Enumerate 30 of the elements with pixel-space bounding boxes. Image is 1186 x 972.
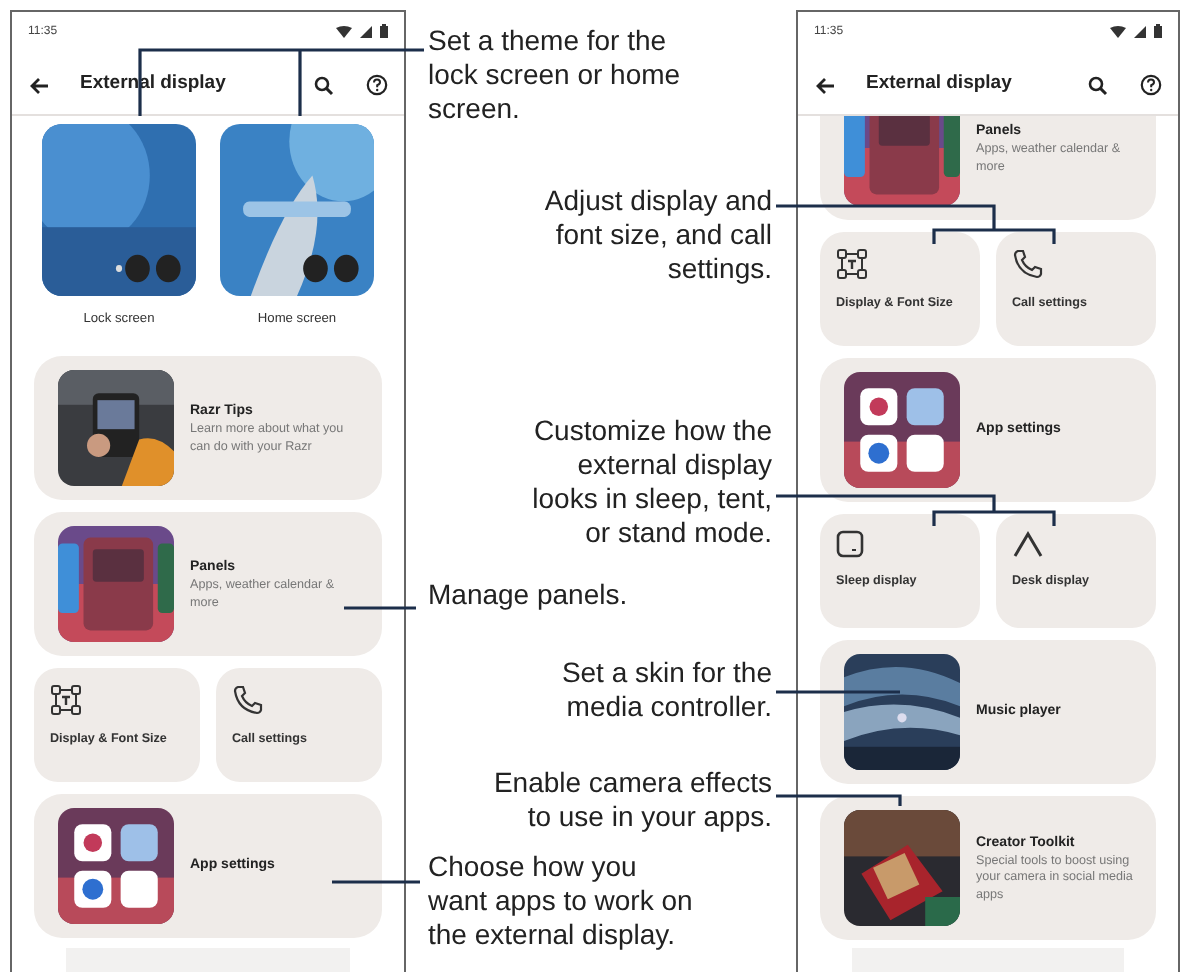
callout-text: Adjust display and font size, and call settings. (542, 184, 774, 286)
callout-text: Set a skin for the media controller. (559, 656, 774, 724)
callout-text: Choose how you want apps to work on the external display. (426, 850, 695, 952)
search-icon[interactable] (1088, 75, 1108, 96)
phone-icon (232, 684, 264, 717)
help-icon[interactable] (1140, 74, 1162, 97)
leader-line (344, 606, 416, 610)
phone-icon (1012, 248, 1044, 281)
leader-line (776, 690, 900, 694)
screen-title: External display (866, 70, 1012, 99)
resize-frame-icon (50, 684, 82, 717)
leader-line (776, 794, 902, 806)
leader-line (332, 880, 420, 884)
tent-icon (1012, 530, 1044, 559)
resize-frame-icon (836, 248, 868, 281)
signal-icon (360, 26, 372, 38)
wifi-icon (1110, 26, 1126, 38)
signal-icon (1134, 26, 1146, 38)
help-icon[interactable] (366, 74, 388, 97)
callout-text: Set a theme for the lock screen or home screen. (426, 24, 683, 126)
wifi-icon (336, 26, 352, 38)
battery-icon (1154, 24, 1162, 38)
callout-text: Manage panels. (426, 578, 630, 612)
back-icon[interactable] (814, 73, 838, 98)
search-icon[interactable] (314, 75, 334, 96)
callout-text: Customize how the external display looks in sleep, tent, or stand mode. (532, 414, 774, 550)
callout-text: Enable camera effects to use in your apps. (491, 766, 774, 834)
battery-icon (380, 24, 388, 38)
back-icon[interactable] (28, 73, 52, 98)
screen-icon (836, 530, 864, 559)
